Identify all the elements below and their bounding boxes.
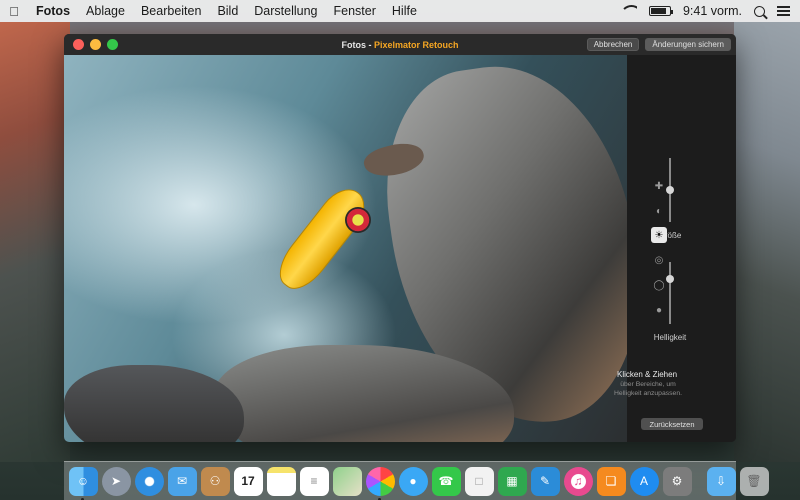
numbers-icon[interactable]: ▦ xyxy=(498,467,527,496)
battery-icon[interactable] xyxy=(649,6,671,16)
reset-button[interactable]: Zurücksetzen xyxy=(641,418,703,430)
pages-icon[interactable]: ✎ xyxy=(531,467,560,496)
calendar-icon[interactable]: 17 xyxy=(234,467,263,496)
itunes-icon[interactable]: ♫ xyxy=(564,467,593,496)
hint-body: über Bereiche, um Helligkeit anzupassen. xyxy=(613,380,683,398)
finder-icon[interactable]: ☺ xyxy=(69,467,98,496)
photo-canvas[interactable] xyxy=(64,55,627,442)
cancel-button[interactable]: Abbrechen xyxy=(587,38,640,51)
notification-center-icon[interactable] xyxy=(777,6,790,16)
menu-ablage[interactable]: Ablage xyxy=(78,4,133,18)
menu-fenster[interactable]: Fenster xyxy=(326,4,384,18)
minimize-button[interactable] xyxy=(90,39,101,50)
photo-kayak xyxy=(270,180,374,298)
system-preferences-icon[interactable]: ⚙ xyxy=(663,467,692,496)
menu-bearbeiten[interactable]: Bearbeiten xyxy=(133,4,209,18)
battery-level xyxy=(651,8,666,14)
size-label: Größe xyxy=(635,231,705,240)
trash-icon[interactable]: 🗑 xyxy=(740,467,769,496)
brightness-icon[interactable]: ☀ xyxy=(651,227,667,243)
safari-icon[interactable] xyxy=(135,467,164,496)
app-store-icon[interactable]: A xyxy=(630,467,659,496)
messages-icon[interactable]: ● xyxy=(399,467,428,496)
wifi-icon[interactable] xyxy=(622,5,637,17)
zoom-button[interactable] xyxy=(107,39,118,50)
reminders-icon[interactable]: ≡ xyxy=(300,467,329,496)
downloads-folder-icon[interactable]: ⇩ xyxy=(707,467,736,496)
close-button[interactable] xyxy=(73,39,84,50)
maps-icon[interactable] xyxy=(333,467,362,496)
brightness-slider[interactable] xyxy=(669,262,671,324)
clone-icon[interactable]: ◐ xyxy=(651,203,667,219)
size-slider-knob[interactable] xyxy=(666,186,674,194)
saturation-icon[interactable]: ◎ xyxy=(651,252,667,268)
menu-bar:  Fotos Ablage Bearbeiten Bild Darstellu… xyxy=(0,0,800,22)
desktop-wallpaper-right xyxy=(734,22,800,462)
apple-icon[interactable]:  xyxy=(0,4,28,19)
facetime-icon[interactable]: ☎ xyxy=(432,467,461,496)
keynote-icon[interactable]: □ xyxy=(465,467,494,496)
window-title-separator: - xyxy=(366,40,374,50)
dark-circle-icon[interactable]: ● xyxy=(651,302,667,318)
menu-clock[interactable]: 9:41 vorm. xyxy=(683,4,742,18)
bandage-icon[interactable]: ✚ xyxy=(651,178,667,194)
spotlight-icon[interactable] xyxy=(754,6,765,17)
photo-rock xyxy=(64,365,244,442)
hint-title: Klicken & Ziehen xyxy=(617,370,677,379)
notes-icon[interactable] xyxy=(267,467,296,496)
save-changes-button[interactable]: Änderungen sichern xyxy=(645,38,731,51)
photo-kayaker xyxy=(345,207,371,233)
contacts-icon[interactable]: ⚇ xyxy=(201,467,230,496)
launchpad-icon[interactable]: ➤ xyxy=(102,467,131,496)
menu-darstellung[interactable]: Darstellung xyxy=(246,4,325,18)
window-title-extension: Pixelmator Retouch xyxy=(374,40,459,50)
title-bar: Fotos - Pixelmator Retouch Abbrechen Änd… xyxy=(64,34,736,55)
dock: ☺ ➤ ✉ ⚇ 17 ≡ ● ☎ □ ▦ ✎ ♫ ❏ A ⚙ ⇩ 🗑 xyxy=(64,461,736,500)
desktop-wallpaper-left xyxy=(0,22,70,462)
window-controls xyxy=(64,39,118,50)
mail-icon[interactable]: ✉ xyxy=(168,467,197,496)
menu-app-name[interactable]: Fotos xyxy=(28,4,78,18)
menu-hilfe[interactable]: Hilfe xyxy=(384,4,425,18)
ibooks-icon[interactable]: ❏ xyxy=(597,467,626,496)
title-bar-buttons: Abbrechen Änderungen sichern xyxy=(587,38,731,51)
menu-bild[interactable]: Bild xyxy=(209,4,246,18)
status-area: 9:41 vorm. xyxy=(622,4,800,18)
brightness-label: Helligkeit xyxy=(635,333,705,342)
size-slider[interactable] xyxy=(669,158,671,222)
photos-icon[interactable] xyxy=(366,467,395,496)
window-title-app: Fotos xyxy=(341,40,366,50)
drop-icon[interactable]: ◯ xyxy=(651,277,667,293)
